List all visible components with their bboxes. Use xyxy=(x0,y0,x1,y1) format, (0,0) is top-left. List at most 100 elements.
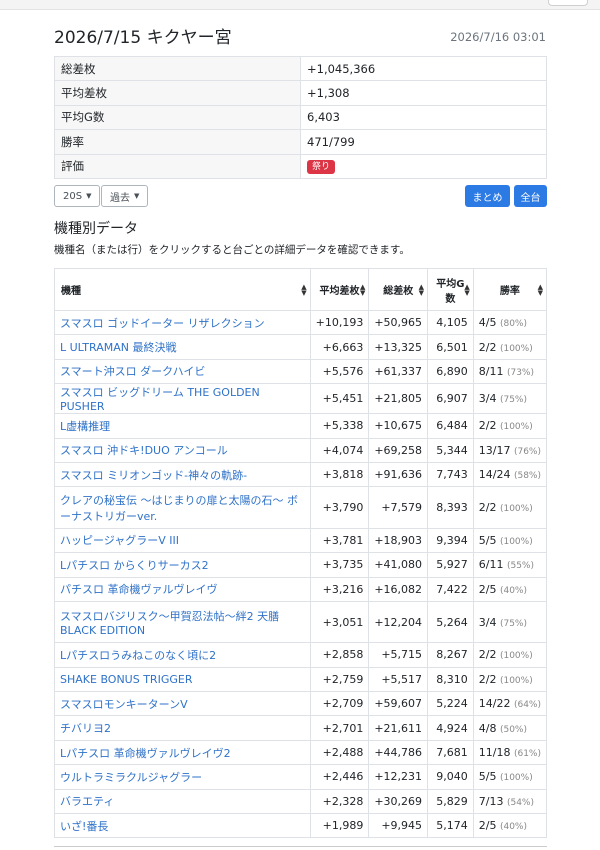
model-name-link[interactable]: パチスロ 革命機ヴァルヴレイヴ xyxy=(60,583,218,596)
model-name-link[interactable]: バラエティ xyxy=(60,795,114,808)
avg-games-cell: 8,310 xyxy=(427,666,474,693)
table-row[interactable]: Lパチスロうみねこのなく頃に2 +2,858 +5,715 8,267 2/2 (100… xyxy=(54,642,548,668)
win-percent: (100%) xyxy=(499,422,533,433)
win-percent: (100%) xyxy=(499,773,533,784)
avg-games-cell: 5,174 xyxy=(427,813,474,839)
win-percent: (50%) xyxy=(499,724,527,735)
table-row[interactable]: スマスロモンキーターンV +2,709 +59,607 5,224 14/22 (64%… xyxy=(54,691,548,717)
model-data-table: 機種 ▲ ▼ 平均差枚 ▲ ▼ 総差枚 ▲ ▼ 平均G数 ▲ ▼ 勝率 ▲ ▼ スマスロ … xyxy=(54,268,548,839)
total-diff-cell: +12,204 xyxy=(368,600,429,644)
header-avg-diff[interactable]: 平均差枚 ▲ ▼ xyxy=(309,268,370,311)
header-label: 平均G数 xyxy=(436,278,465,305)
win-count: 2/5 xyxy=(478,582,497,596)
win-percent: (100%) xyxy=(499,536,533,547)
header-label: 機種 xyxy=(61,286,81,297)
win-percent: (40%) xyxy=(499,585,527,596)
win-percent: (76%) xyxy=(513,446,541,457)
model-name-cell: スマスロ ミリオンゴッド-神々の軌跡- xyxy=(54,461,311,488)
header-label: 勝率 xyxy=(499,286,520,297)
win-percent: (80%) xyxy=(499,319,527,330)
model-name-link[interactable]: いざ!番長 xyxy=(60,820,108,833)
avg-games-cell: 5,344 xyxy=(427,437,474,463)
total-diff-cell: +69,258 xyxy=(368,437,429,463)
table-row[interactable]: スマスロ ミリオンゴッド-神々の軌跡- +3,818 +91,636 7,743 14/… xyxy=(54,461,548,488)
win-rate-cell: 14/22 (64%) xyxy=(472,691,548,717)
top-bar-button[interactable] xyxy=(548,0,588,6)
model-name-link[interactable]: スマスロモンキーターンV xyxy=(60,698,188,711)
total-diff-cell: +41,080 xyxy=(368,552,429,578)
model-name-link[interactable]: スマスロ 沖ドキ!DUO アンコール xyxy=(60,444,228,457)
header-avg-games[interactable]: 平均G数 ▲ ▼ xyxy=(427,268,474,311)
table-row[interactable]: スマスロ ゴッドイーター リザレクション +10,193 +50,965 4,105 4… xyxy=(54,309,548,336)
avg-games-cell: 8,267 xyxy=(427,642,474,668)
table-row[interactable]: いざ!番長 +1,989 +9,945 5,174 2/5 (40%) xyxy=(54,813,548,839)
summary-key: 平均差枚 xyxy=(54,80,301,106)
avg-diff-cell: +6,663 xyxy=(309,334,370,360)
avg-games-cell: 5,829 xyxy=(427,788,474,815)
table-row[interactable]: Lパチスロ 革命機ヴァルヴレイヴ2 +2,488 +44,786 7,681 11/18… xyxy=(54,739,548,766)
model-name-cell: スマスロ ビッグドリーム THE GOLDEN PUSHER xyxy=(54,383,311,415)
win-count: 2/2 xyxy=(478,419,497,433)
model-name-link[interactable]: スマスロ ビッグドリーム THE GOLDEN PUSHER xyxy=(60,386,260,413)
win-count: 2/2 xyxy=(478,501,497,515)
summary-button[interactable]: まとめ xyxy=(465,185,510,207)
summary-row: 総差枚 +1,045,366 xyxy=(54,55,547,82)
table-row[interactable]: ハッピージャグラーV III +3,781 +18,903 9,394 5/5 (100… xyxy=(54,527,548,554)
model-name-link[interactable]: スマスロバジリスク〜甲賀忍法帖〜絆2 天膳 BLACK EDITION xyxy=(60,610,279,637)
model-name-link[interactable]: Lパチスロ 革命機ヴァルヴレイヴ2 xyxy=(60,747,231,760)
summary-value: 6,403 xyxy=(300,104,547,131)
table-row[interactable]: チバリヨ2 +2,701 +21,611 4,924 4/8 (50%) xyxy=(54,715,548,741)
table-row[interactable]: クレアの秘宝伝 〜はじまりの扉と太陽の石〜 ボーナストリガーver. +3,790… xyxy=(54,486,548,529)
model-name-link[interactable]: L ULTRAMAN 最終決戦 xyxy=(60,341,176,354)
model-name-link[interactable]: Lパチスロ からくりサーカス2 xyxy=(60,559,209,572)
win-count: 8/11 xyxy=(478,364,504,378)
avg-diff-cell: +10,193 xyxy=(309,309,370,336)
count-select[interactable]: 20S ▼ xyxy=(54,185,101,207)
table-row[interactable]: バラエティ +2,328 +30,269 5,829 7/13 (54%) xyxy=(54,788,548,815)
model-name-link[interactable]: チバリヨ2 xyxy=(60,722,111,735)
model-name-link[interactable]: Lパチスロうみねこのなく頃に2 xyxy=(60,649,216,662)
win-rate-cell: 4/5 (80%) xyxy=(472,309,548,336)
total-diff-cell: +12,231 xyxy=(368,764,429,790)
model-name-link[interactable]: スマスロ ゴッドイーター リザレクション xyxy=(60,317,265,330)
table-row[interactable]: L虚構推理 +5,338 +10,675 6,484 2/2 (100%) xyxy=(54,413,548,439)
win-count: 2/2 xyxy=(478,340,497,354)
model-name-link[interactable]: クレアの秘宝伝 〜はじまりの扉と太陽の石〜 ボーナストリガーver. xyxy=(60,494,298,523)
header-total-diff[interactable]: 総差枚 ▲ ▼ xyxy=(368,268,429,311)
table-row[interactable]: スマスロ 沖ドキ!DUO アンコール +4,074 +69,258 5,344 13/1… xyxy=(54,437,548,463)
avg-games-cell: 8,393 xyxy=(427,486,474,529)
model-name-cell: スマスロ ゴッドイーター リザレクション xyxy=(54,309,311,336)
model-name-link[interactable]: スマスロ ミリオンゴッド-神々の軌跡- xyxy=(60,469,247,482)
table-row[interactable]: Lパチスロ からくりサーカス2 +3,735 +41,080 5,927 6/11 (5… xyxy=(54,552,548,578)
summary-row: 勝率 471/799 xyxy=(54,129,547,155)
model-name-link[interactable]: ウルトラミラクルジャグラー xyxy=(60,771,202,784)
header-model-name[interactable]: 機種 ▲ ▼ xyxy=(54,268,311,311)
table-row[interactable]: スマスロバジリスク〜甲賀忍法帖〜絆2 天膳 BLACK EDITION +3,05… xyxy=(54,600,548,644)
section-title: 機種別データ xyxy=(54,221,138,237)
table-row[interactable]: スマスロ ビッグドリーム THE GOLDEN PUSHER +5,451 +21,… xyxy=(54,383,548,415)
all-machines-button[interactable]: 全台 xyxy=(514,185,547,207)
table-row[interactable]: ウルトラミラクルジャグラー +2,446 +12,231 9,040 5/5 (100%… xyxy=(54,764,548,790)
avg-games-cell: 7,681 xyxy=(427,739,474,766)
win-rate-cell: 5/5 (100%) xyxy=(472,527,548,554)
win-rate-cell: 4/8 (50%) xyxy=(472,715,548,741)
win-count: 4/8 xyxy=(478,721,497,735)
table-row[interactable]: SHAKE BONUS TRIGGER +2,759 +5,517 8,310 2/2 … xyxy=(54,666,548,693)
model-name-link[interactable]: スマート沖スロ ダークハイビ xyxy=(60,365,205,378)
model-name-cell: Lパチスロ からくりサーカス2 xyxy=(54,552,311,578)
win-rate-cell: 3/4 (75%) xyxy=(472,383,548,415)
period-select[interactable]: 過去 ▼ xyxy=(101,185,149,207)
model-name-link[interactable]: ハッピージャグラーV III xyxy=(60,534,179,547)
model-name-link[interactable]: L虚構推理 xyxy=(60,420,110,433)
table-row[interactable]: スマート沖スロ ダークハイビ +5,576 +61,337 6,890 8/11 (73… xyxy=(54,358,548,385)
table-row[interactable]: パチスロ 革命機ヴァルヴレイヴ +3,216 +16,082 7,422 2/5 (40… xyxy=(54,576,548,602)
win-percent: (58%) xyxy=(513,471,541,482)
caret-down-icon: ▼ xyxy=(86,192,92,200)
model-name-cell: Lパチスロ 革命機ヴァルヴレイヴ2 xyxy=(54,739,311,766)
win-count: 2/5 xyxy=(478,819,497,833)
section-description: 機種名（または行）をクリックすると台ごとの詳細データを確認できます。 xyxy=(54,244,410,256)
header-win-rate[interactable]: 勝率 ▲ ▼ xyxy=(472,268,548,311)
table-row[interactable]: L ULTRAMAN 最終決戦 +6,663 +13,325 6,501 2/2 (10… xyxy=(54,334,548,360)
win-count: 11/18 xyxy=(478,746,511,760)
model-name-link[interactable]: SHAKE BONUS TRIGGER xyxy=(60,673,192,686)
